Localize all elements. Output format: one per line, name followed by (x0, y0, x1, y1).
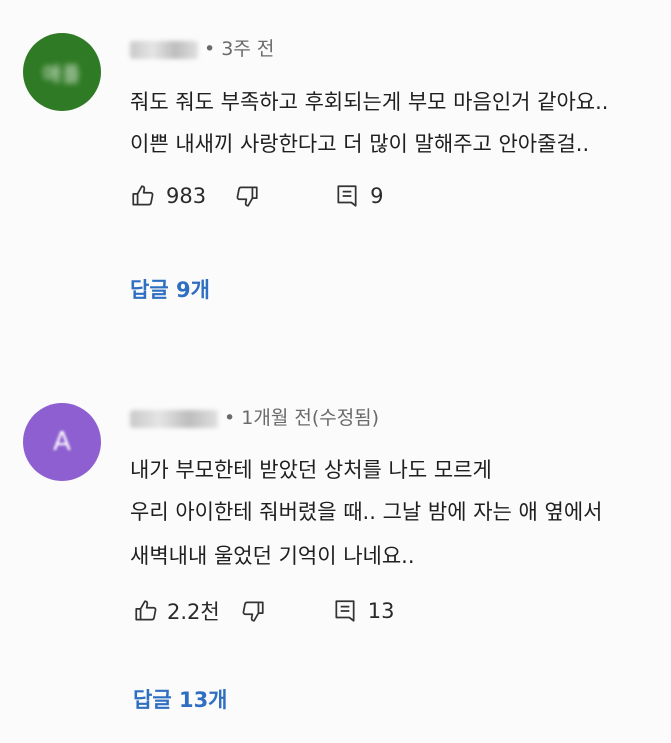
reply-button[interactable]: 9 (334, 183, 383, 209)
comment-text-line: 줘도 줘도 부족하고 후회되는게 부모 마음인거 같아요.. (130, 90, 609, 114)
comment-icon (337, 185, 357, 207)
view-replies-link[interactable]: 답글 9개 (130, 274, 210, 304)
avatar-initial: A (53, 427, 71, 457)
thumbs-down-icon (242, 601, 264, 622)
comment-actions: 2.2천 13 (133, 596, 394, 626)
comment-actions: 983 9 (130, 183, 383, 209)
like-button[interactable]: 983 (130, 183, 206, 209)
reply-count: 9 (370, 184, 384, 208)
author-name-blurred[interactable] (130, 40, 198, 59)
like-count: 983 (166, 184, 207, 208)
avatar-initials: 애플 (42, 61, 82, 86)
comment-text-line: 우리 아이한테 줘버렸을 때.. 그날 밤에 자는 애 옆에서 (130, 500, 603, 524)
comment-meta: • 3주 전 (130, 34, 274, 61)
comment-text-line: 내가 부모한테 받았던 상처를 나도 모르게 (130, 458, 492, 482)
avatar[interactable]: 애플 (23, 33, 101, 111)
thumbs-up-icon (135, 600, 157, 621)
view-replies-link[interactable]: 답글 13개 (133, 684, 228, 714)
thumbs-up-icon (132, 185, 154, 206)
comment-meta: • 1개월 전(수정됨) (130, 403, 379, 430)
comment-icon (335, 600, 355, 622)
thumbs-down-icon (236, 186, 258, 207)
like-button[interactable]: 2.2천 (133, 596, 220, 626)
comment-time: • 3주 전 (204, 38, 275, 60)
like-count: 2.2천 (167, 600, 220, 624)
reply-button[interactable]: 13 (332, 598, 395, 624)
dislike-button[interactable] (234, 183, 260, 209)
dislike-button[interactable] (240, 598, 266, 624)
comment-text-line: 새벽내내 울었던 기억이 나네요.. (130, 544, 415, 568)
comment-text-line: 이쁜 내새끼 사랑한다고 더 많이 말해주고 안아줄걸.. (130, 132, 590, 156)
comment-time: • 1개월 전(수정됨) (224, 407, 380, 429)
author-name-blurred[interactable] (130, 409, 218, 428)
avatar[interactable]: A (23, 403, 101, 481)
reply-count: 13 (367, 599, 395, 623)
